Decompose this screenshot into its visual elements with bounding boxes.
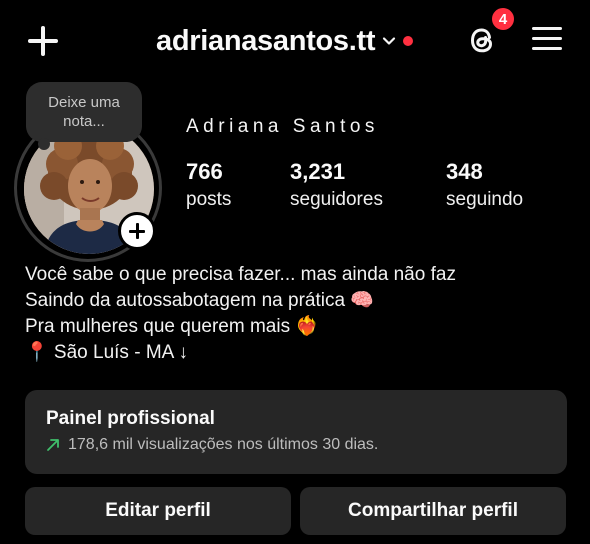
account-switcher[interactable]: adrianasantos.tt — [156, 24, 414, 58]
bio-line-location[interactable]: 📍 São Luís - MA ↓ — [25, 340, 456, 366]
notification-badge: 4 — [490, 6, 516, 32]
add-story-icon[interactable] — [118, 212, 156, 250]
stat-following[interactable]: 348 seguindo — [446, 158, 523, 214]
stat-followers[interactable]: 3,231 seguidores — [290, 158, 383, 214]
edit-profile-button[interactable]: Editar perfil — [25, 487, 291, 535]
chevron-down-icon — [383, 37, 396, 45]
stat-value: 348 — [446, 159, 483, 184]
unread-dot — [403, 36, 414, 46]
stat-label: seguindo — [446, 189, 524, 210]
bio-line: Você sabe o que precisa fazer... mas ain… — [25, 264, 456, 285]
panel-title: Painel profissional — [46, 408, 215, 429]
share-profile-button[interactable]: Compartilhar perfil — [300, 487, 566, 535]
top-bar: adrianasantos.tt 4 — [0, 0, 590, 80]
create-plus-icon[interactable] — [26, 24, 60, 58]
bio-line: Pra mulheres que querem mais ❤️‍🔥 — [25, 316, 319, 337]
panel-subtitle: 178,6 mil visualizações nos últimos 30 d… — [68, 436, 379, 453]
note-bubble[interactable]: Deixe uma nota... — [26, 82, 142, 142]
note-placeholder: Deixe uma nota... — [48, 93, 120, 131]
professional-dashboard[interactable]: Painel profissional 178,6 mil visualizaç… — [25, 390, 567, 474]
stat-value: 3,231 — [290, 159, 346, 184]
stat-posts[interactable]: 766 posts — [186, 158, 231, 214]
panel-subtitle-row: 178,6 mil visualizações nos últimos 30 d… — [46, 436, 546, 454]
username: adrianasantos.tt — [156, 24, 376, 57]
stat-label: seguidores — [290, 189, 383, 210]
trend-up-icon — [47, 439, 59, 451]
note-bubble-tail — [38, 138, 50, 150]
menu-icon[interactable] — [530, 24, 564, 54]
stat-label: posts — [186, 189, 232, 210]
bio: Você sabe o que precisa fazer... mas ain… — [25, 262, 456, 366]
bio-line: Saindo da autossabotagem na prática 🧠 — [25, 290, 374, 311]
full-name: Adriana Santos — [186, 116, 379, 137]
stat-value: 766 — [186, 159, 223, 184]
